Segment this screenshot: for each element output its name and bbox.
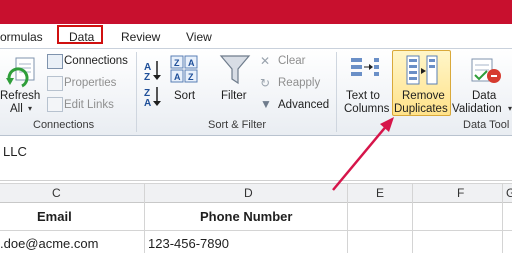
title-bar bbox=[0, 0, 512, 24]
svg-text:Z: Z bbox=[188, 72, 194, 82]
advanced-filter-icon: ▼ bbox=[260, 97, 272, 111]
group-separator bbox=[136, 52, 137, 132]
refresh-all-label-1: Refresh bbox=[0, 90, 41, 102]
tab-view[interactable]: View bbox=[186, 30, 212, 44]
text-to-columns-button[interactable] bbox=[350, 56, 380, 86]
properties-icon bbox=[47, 76, 63, 91]
header-cell-phone[interactable]: Phone Number bbox=[200, 209, 292, 224]
filter-icon bbox=[219, 55, 251, 85]
sort-ascending-icon: A Z Z A bbox=[144, 61, 161, 109]
data-validation-label-2: Validation bbox=[452, 103, 502, 115]
sort-icon: Z A A Z bbox=[170, 55, 198, 83]
column-header-g[interactable]: G bbox=[506, 186, 512, 200]
properties-button[interactable]: Properties bbox=[64, 77, 116, 89]
formula-bar-content: LLC bbox=[3, 144, 27, 159]
reapply-button[interactable]: Reapply bbox=[278, 77, 320, 89]
column-header-d[interactable]: D bbox=[244, 186, 253, 200]
svg-text:Z: Z bbox=[174, 58, 180, 68]
refresh-all-button[interactable] bbox=[4, 54, 38, 90]
sort-label: Sort bbox=[174, 90, 196, 102]
grid-line bbox=[412, 183, 413, 253]
grid-line bbox=[502, 183, 503, 253]
svg-text:A: A bbox=[188, 58, 195, 68]
cell-email[interactable]: .doe@acme.com bbox=[0, 236, 98, 251]
remove-duplicates-label-1: Remove bbox=[402, 90, 445, 102]
svg-text:A: A bbox=[174, 72, 181, 82]
connections-icon bbox=[47, 54, 63, 69]
refresh-all-label-2: All bbox=[10, 103, 23, 115]
advanced-button[interactable]: Advanced bbox=[278, 99, 329, 111]
tab-review[interactable]: Review bbox=[121, 30, 160, 44]
column-header-c[interactable]: C bbox=[52, 186, 61, 200]
edit-links-button[interactable]: Edit Links bbox=[64, 99, 114, 111]
reapply-icon: ↻ bbox=[260, 76, 271, 90]
sort-filter-group-label: Sort & Filter bbox=[208, 119, 267, 131]
remove-duplicates-icon bbox=[405, 55, 439, 87]
tab-data[interactable]: Data bbox=[69, 30, 94, 44]
chevron-down-icon: ▾ bbox=[28, 104, 33, 113]
header-cell-email[interactable]: Email bbox=[37, 209, 72, 224]
remove-duplicates-label-2: Duplicates bbox=[394, 103, 448, 115]
column-header-f[interactable]: F bbox=[457, 186, 464, 200]
data-validation-label-1: Data bbox=[472, 90, 497, 102]
svg-text:Z: Z bbox=[144, 72, 150, 83]
svg-text:A: A bbox=[144, 98, 151, 106]
text-to-columns-label-2: Columns bbox=[344, 103, 390, 115]
edit-links-icon bbox=[47, 97, 63, 112]
text-to-columns-icon bbox=[351, 58, 379, 76]
text-to-columns-label-1: Text to bbox=[346, 90, 380, 102]
column-header-e[interactable]: E bbox=[376, 186, 384, 200]
cell-phone[interactable]: 123-456-7890 bbox=[148, 236, 229, 251]
connections-button[interactable]: Connections bbox=[64, 55, 128, 67]
clear-filter-icon: ✕ bbox=[260, 54, 271, 68]
clear-button[interactable]: Clear bbox=[278, 55, 305, 67]
group-separator bbox=[336, 52, 337, 132]
grid-line bbox=[0, 230, 512, 231]
formula-bar-area[interactable] bbox=[0, 137, 512, 181]
filter-button[interactable] bbox=[219, 53, 251, 87]
data-tools-group-label: Data Tool bbox=[463, 119, 510, 131]
column-header-row bbox=[0, 183, 512, 203]
grid-line bbox=[144, 183, 145, 253]
sort-button[interactable]: Z A A Z bbox=[170, 55, 198, 83]
connections-group-label: Connections bbox=[33, 119, 95, 131]
tab-formulas[interactable]: ormulas bbox=[0, 30, 43, 44]
data-validation-icon bbox=[471, 58, 501, 83]
refresh-icon bbox=[6, 57, 35, 88]
sort-az-buttons[interactable]: A Z Z A bbox=[144, 58, 164, 109]
data-validation-button[interactable] bbox=[470, 56, 502, 86]
grid-line bbox=[347, 183, 348, 253]
filter-label: Filter bbox=[221, 90, 247, 102]
chevron-down-icon: ▾ bbox=[508, 104, 512, 113]
